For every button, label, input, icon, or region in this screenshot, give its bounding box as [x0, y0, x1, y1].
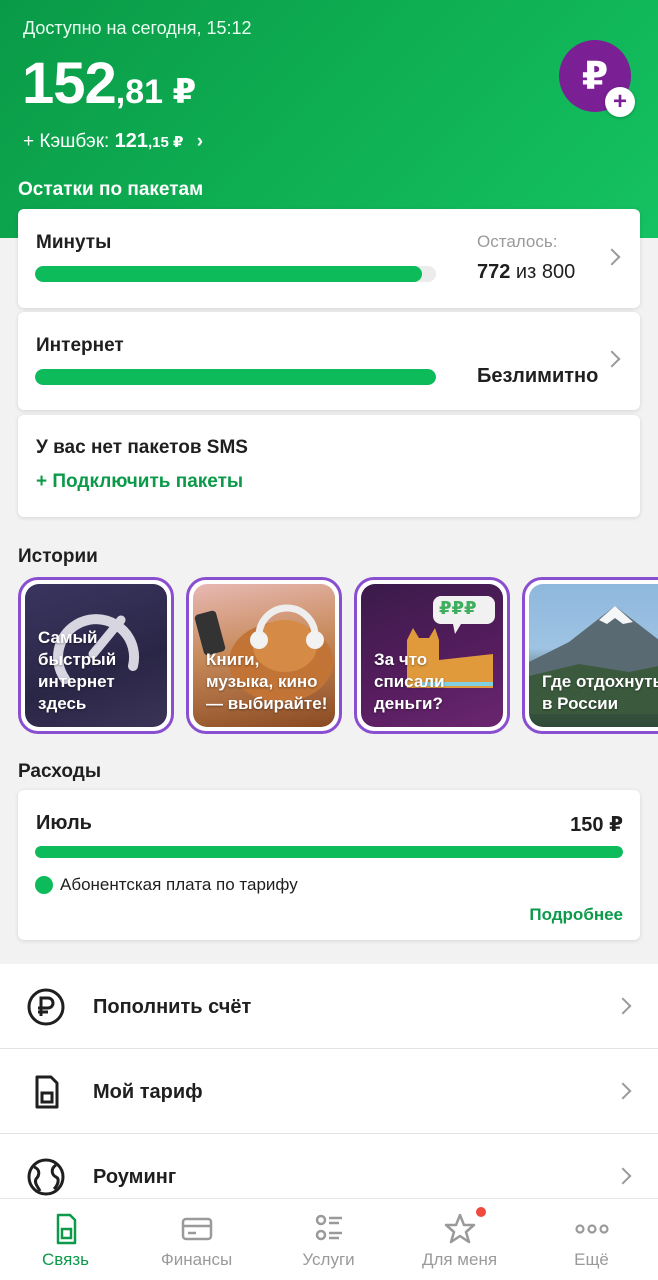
- menu-item-top-up[interactable]: Пополнить счёт: [0, 964, 658, 1049]
- list-icon: [315, 1214, 342, 1241]
- chevron-right-icon: [614, 1167, 632, 1185]
- tab-services[interactable]: Услуги: [263, 1199, 394, 1280]
- internet-progress-fill: [35, 369, 436, 385]
- expenses-bar-fill: [35, 846, 623, 858]
- minutes-package-card[interactable]: Минуты Осталось: 772 из 800: [18, 209, 640, 308]
- legend-dot-icon: [35, 876, 53, 894]
- add-plus-icon[interactable]: +: [605, 87, 635, 117]
- minutes-remaining-value: 772 из 800: [477, 261, 575, 284]
- chevron-right-icon: [614, 1082, 632, 1100]
- story-title: Самый быстрый интернет здесь: [38, 628, 117, 713]
- rubles-bubble: ₽₽₽: [439, 598, 477, 618]
- chevron-right-icon: [603, 350, 621, 368]
- expenses-section-title: Расходы: [18, 761, 102, 782]
- actions-menu: Пополнить счёт Мой тариф Роуминг: [0, 964, 658, 1219]
- cashback-integer: 121: [114, 130, 148, 152]
- story-image: Где отдохнуть в России: [529, 584, 658, 727]
- story-title: За что списали деньги?: [374, 650, 445, 713]
- bottom-tab-bar: Связь Финансы Услуги Для меня Ещё: [0, 1198, 658, 1280]
- menu-item-label: Мой тариф: [93, 1081, 203, 1103]
- stories-carousel[interactable]: Самый быстрый интернет здесь Книги, музы…: [18, 577, 658, 734]
- story-image: Самый быстрый интернет здесь: [25, 584, 167, 727]
- packages-section-title: Остатки по пакетам: [18, 179, 204, 200]
- expenses-card[interactable]: Июль 150 ₽ Абонентская плата по тарифу П…: [18, 790, 640, 940]
- sim-icon: [56, 1213, 76, 1245]
- expenses-sum: 150 ₽: [570, 814, 623, 836]
- chevron-right-icon: ›: [196, 131, 204, 152]
- ruble-circle-icon: [27, 988, 65, 1026]
- story-image: Книги, музыка, кино — выбирайте!: [193, 584, 335, 727]
- internet-package-card[interactable]: Интернет Безлимитно: [18, 312, 640, 410]
- balance-amount[interactable]: 152,81 ₽: [22, 50, 196, 117]
- cashback-link[interactable]: + Кэшбэк: 121,15 ₽ ›: [23, 130, 203, 153]
- balance-integer: 152: [22, 51, 117, 116]
- more-dots-icon: [574, 1224, 609, 1234]
- tab-label: Услуги: [302, 1250, 355, 1269]
- story-image: ₽₽₽ За что списали деньги?: [361, 584, 503, 727]
- notification-badge: [476, 1207, 486, 1217]
- available-today-label: Доступно на сегодня, 15:12: [23, 18, 252, 38]
- minutes-progress-fill: [35, 266, 422, 282]
- tab-label: Ещё: [574, 1250, 609, 1269]
- tab-for-me[interactable]: Для меня: [394, 1199, 525, 1280]
- expenses-bar: [35, 846, 623, 858]
- star-icon: [444, 1213, 475, 1244]
- connect-packages-link[interactable]: + Подключить пакеты: [36, 471, 243, 493]
- story-title: Книги, музыка, кино — выбирайте!: [206, 650, 328, 713]
- story-title: Где отдохнуть в России: [542, 672, 658, 713]
- internet-label: Интернет: [36, 335, 124, 356]
- chevron-right-icon: [603, 248, 621, 266]
- story-card[interactable]: ₽₽₽ За что списали деньги?: [354, 577, 510, 734]
- minutes-remaining-number: 772: [477, 261, 511, 283]
- sms-package-card: У вас нет пакетов SMS + Подключить пакет…: [18, 415, 640, 517]
- ruble-icon: ₽: [581, 55, 609, 98]
- cashback-prefix: + Кэшбэк:: [23, 131, 115, 152]
- sms-no-packages-label: У вас нет пакетов SMS: [36, 437, 248, 458]
- tab-connection[interactable]: Связь: [0, 1199, 131, 1280]
- menu-item-label: Пополнить счёт: [93, 996, 252, 1018]
- balance-fraction: ,81 ₽: [115, 73, 197, 111]
- chevron-right-icon: [614, 997, 632, 1015]
- story-card[interactable]: Книги, музыка, кино — выбирайте!: [186, 577, 342, 734]
- story-card[interactable]: Где отдохнуть в России: [522, 577, 658, 734]
- remaining-caption: Осталось:: [477, 232, 558, 251]
- card-icon: [181, 1217, 212, 1241]
- cashback-fraction: ,15 ₽: [148, 134, 184, 151]
- expenses-month: Июль: [36, 812, 92, 834]
- tab-finance[interactable]: Финансы: [131, 1199, 262, 1280]
- minutes-progress-bar: [35, 266, 436, 282]
- globe-icon: [27, 1158, 65, 1196]
- sim-card-icon: [35, 1075, 59, 1109]
- internet-progress-bar: [35, 369, 436, 385]
- tab-label: Для меня: [421, 1250, 498, 1269]
- menu-item-label: Роуминг: [93, 1166, 177, 1188]
- expenses-legend-label: Абонентская плата по тарифу: [60, 875, 298, 894]
- tab-label: Финансы: [160, 1250, 233, 1269]
- tab-more[interactable]: Ещё: [526, 1199, 657, 1280]
- stories-section-title: Истории: [18, 546, 98, 567]
- expenses-more-link[interactable]: Подробнее: [529, 905, 623, 925]
- story-card[interactable]: Самый быстрый интернет здесь: [18, 577, 174, 734]
- internet-unlimited-value: Безлимитно: [477, 365, 599, 387]
- minutes-label: Минуты: [36, 232, 112, 253]
- tab-label: Связь: [42, 1250, 89, 1269]
- minutes-total: из 800: [510, 261, 576, 283]
- menu-item-tariff[interactable]: Мой тариф: [0, 1049, 658, 1134]
